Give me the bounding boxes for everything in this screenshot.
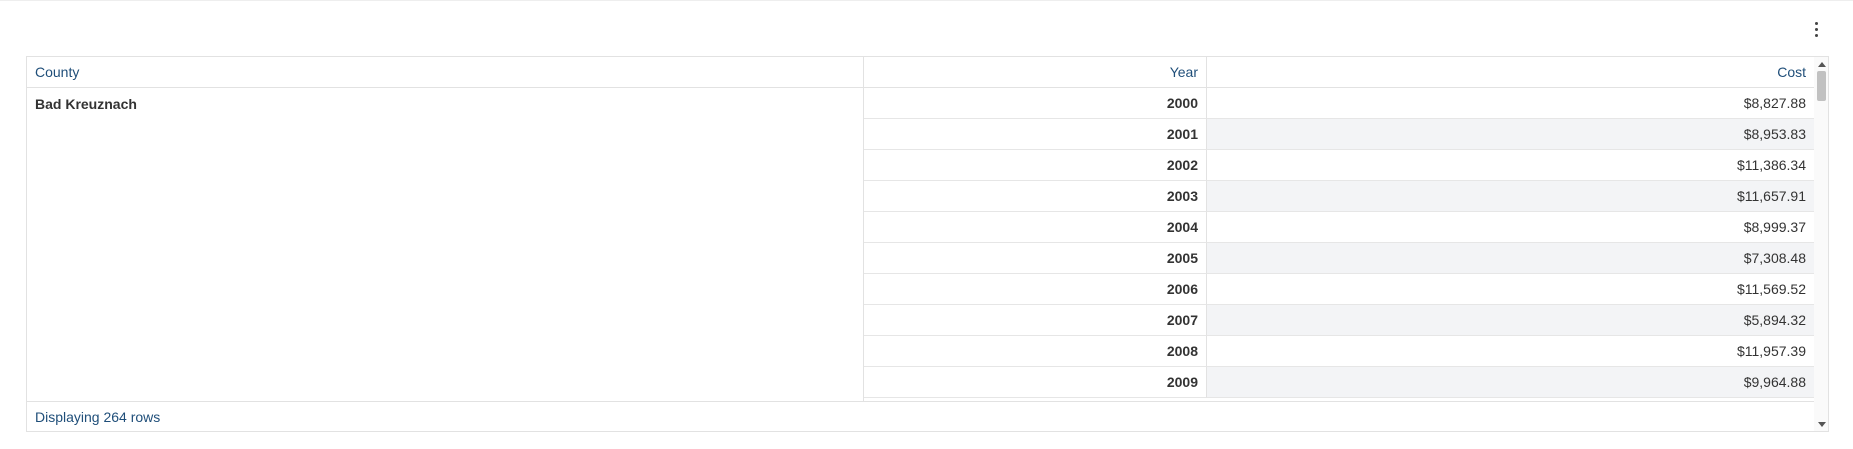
cost-cell: $11,386.34 bbox=[1207, 150, 1814, 181]
table-body: Bad Kreuznach 2000 $8,827.88 2001 $8,953.83… bbox=[27, 88, 1814, 401]
table-row: 2007 $5,894.32 bbox=[864, 305, 1814, 336]
year-cell: 2004 bbox=[864, 212, 1207, 243]
table-row: 2001 $8,953.83 bbox=[864, 119, 1814, 150]
top-divider bbox=[0, 0, 1853, 1]
table-row: 2009 $9,964.88 bbox=[864, 367, 1814, 398]
column-header-cost[interactable]: Cost bbox=[1207, 57, 1814, 88]
cost-cell: $11,657.91 bbox=[1207, 181, 1814, 212]
year-cell: 2005 bbox=[864, 243, 1207, 274]
row-count-footer: Displaying 264 rows bbox=[27, 401, 1814, 431]
cost-cell: $8,953.83 bbox=[1207, 119, 1814, 150]
scroll-down-arrow-icon[interactable] bbox=[1814, 417, 1828, 431]
data-table: County Year Cost Bad Kreuznach 2000 $8,82… bbox=[26, 56, 1829, 432]
scroll-up-arrow-icon[interactable] bbox=[1814, 57, 1828, 71]
county-group-cell: Bad Kreuznach bbox=[27, 88, 864, 401]
kebab-menu-icon[interactable] bbox=[1806, 18, 1826, 40]
table-row: 2002 $11,386.34 bbox=[864, 150, 1814, 181]
table-row: 2008 $11,957.39 bbox=[864, 336, 1814, 367]
table-header: County Year Cost bbox=[27, 57, 1814, 88]
column-header-year[interactable]: Year bbox=[864, 57, 1207, 88]
table-rows: 2000 $8,827.88 2001 $8,953.83 2002 $11,386.34… bbox=[864, 88, 1814, 398]
table-row: 2006 $11,569.52 bbox=[864, 274, 1814, 305]
year-cell: 2002 bbox=[864, 150, 1207, 181]
year-cell: 2000 bbox=[864, 88, 1207, 119]
vertical-scrollbar[interactable] bbox=[1814, 57, 1828, 431]
column-header-county[interactable]: County bbox=[27, 57, 864, 88]
cost-cell: $11,957.39 bbox=[1207, 336, 1814, 367]
table-row: 2005 $7,308.48 bbox=[864, 243, 1814, 274]
year-cell: 2003 bbox=[864, 181, 1207, 212]
table-row: 2004 $8,999.37 bbox=[864, 212, 1814, 243]
cost-cell: $5,894.32 bbox=[1207, 305, 1814, 336]
scrollbar-thumb[interactable] bbox=[1817, 71, 1826, 101]
year-cell: 2008 bbox=[864, 336, 1207, 367]
table-row: 2003 $11,657.91 bbox=[864, 181, 1814, 212]
year-cell: 2001 bbox=[864, 119, 1207, 150]
year-cell: 2006 bbox=[864, 274, 1207, 305]
cost-cell: $9,964.88 bbox=[1207, 367, 1814, 398]
cost-cell: $8,999.37 bbox=[1207, 212, 1814, 243]
year-cell: 2007 bbox=[864, 305, 1207, 336]
cost-cell: $11,569.52 bbox=[1207, 274, 1814, 305]
cost-cell: $8,827.88 bbox=[1207, 88, 1814, 119]
table-row: 2000 $8,827.88 bbox=[864, 88, 1814, 119]
cost-cell: $7,308.48 bbox=[1207, 243, 1814, 274]
year-cell: 2009 bbox=[864, 367, 1207, 398]
